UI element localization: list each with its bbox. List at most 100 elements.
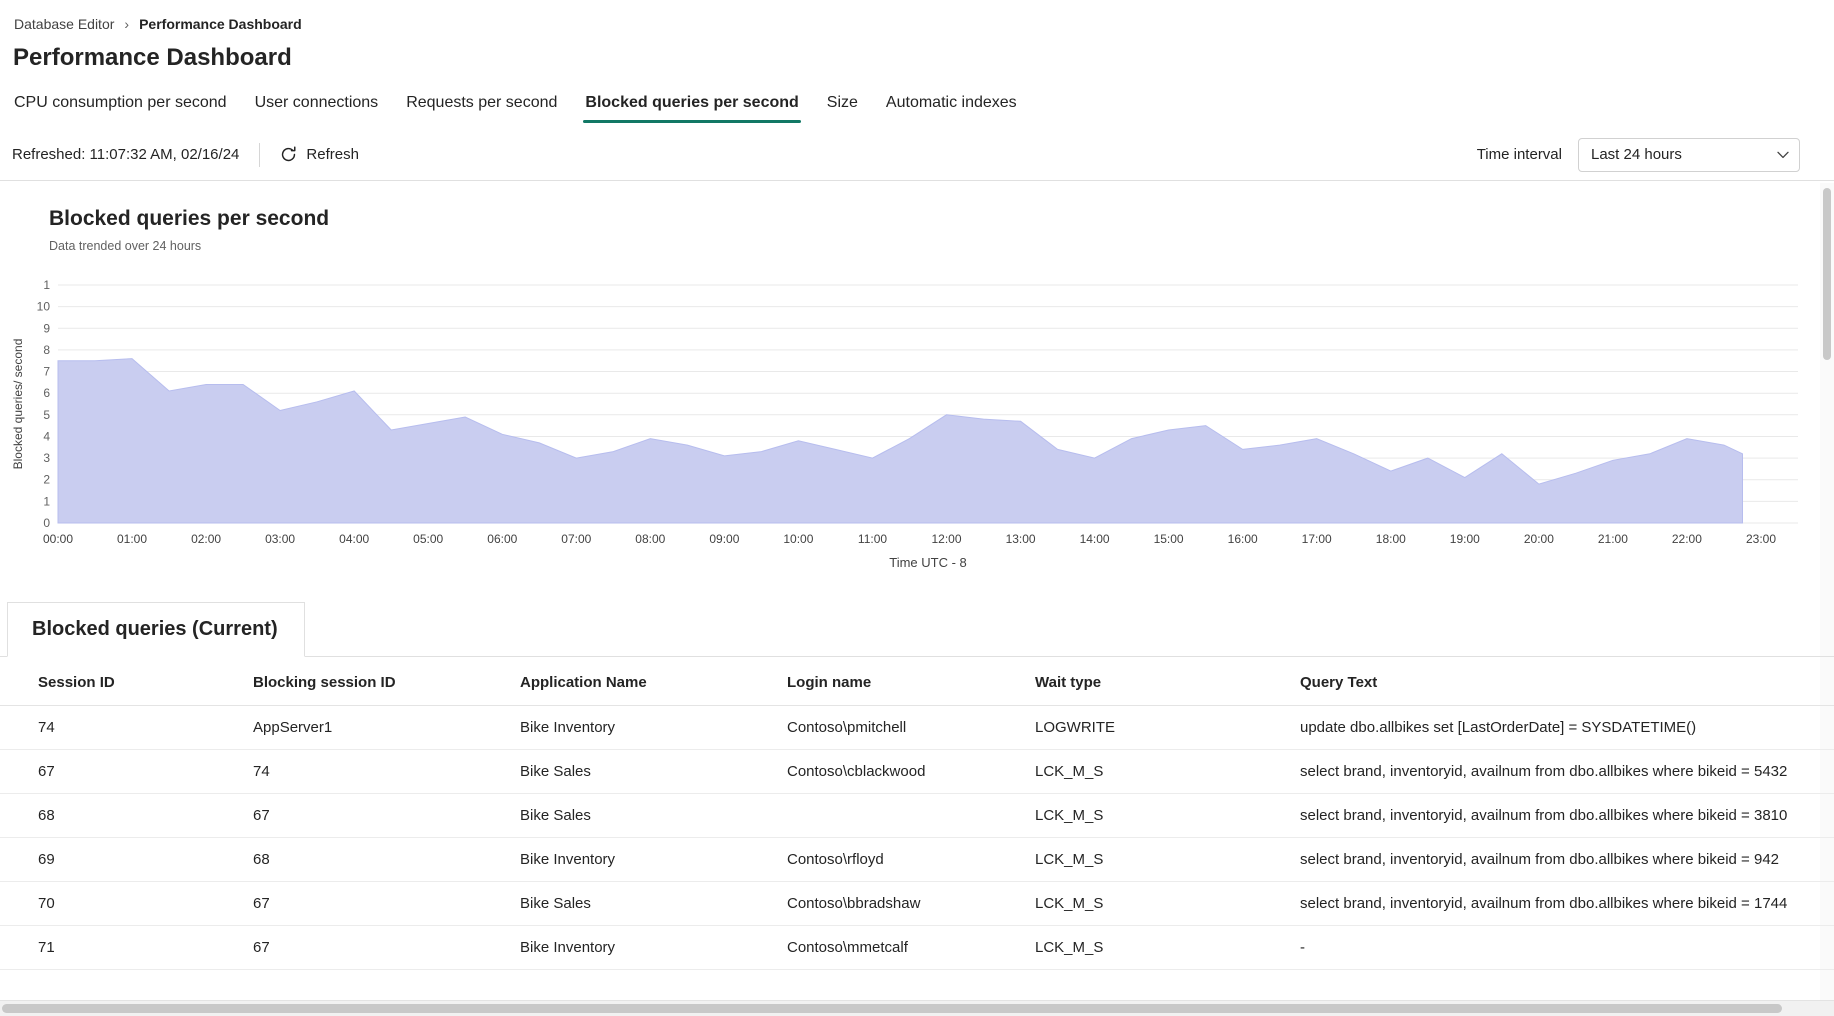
table-header-row: Session ID Blocking session ID Application… <box>0 657 1834 706</box>
tab-size[interactable]: Size <box>815 86 870 123</box>
toolbar-divider <box>259 142 261 167</box>
table-cell: LCK_M_S <box>1035 925 1300 970</box>
chevron-down-icon <box>1777 151 1789 159</box>
table-cell: LCK_M_S <box>1035 793 1300 838</box>
blocked-queries-table: Session ID Blocking session ID Application… <box>0 657 1834 970</box>
x-tick-label: 10:00 <box>783 532 813 546</box>
table-cell: Bike Inventory <box>520 705 787 750</box>
refreshed-timestamp: Refreshed: 11:07:32 AM, 02/16/24 <box>12 146 240 163</box>
toolbar: Refreshed: 11:07:32 AM, 02/16/24 Refresh… <box>0 129 1834 181</box>
chart-subtitle: Data trended over 24 hours <box>49 239 202 253</box>
table-cell: LCK_M_S <box>1035 749 1300 794</box>
chart-header: Blocked queries per second Data trended … <box>0 181 1834 253</box>
x-tick-label: 14:00 <box>1080 532 1110 546</box>
table-cell: Contoso\cblackwood <box>787 749 1035 794</box>
x-tick-label: 17:00 <box>1302 532 1332 546</box>
x-tick-label: 04:00 <box>339 532 369 546</box>
tab-bar: CPU consumption per second User connectio… <box>2 86 1834 123</box>
vertical-scrollbar-thumb[interactable] <box>1823 188 1831 360</box>
tab-requests-per-second[interactable]: Requests per second <box>394 86 569 123</box>
x-tick-label: 19:00 <box>1450 532 1480 546</box>
time-interval-label: Time interval <box>1476 146 1562 163</box>
breadcrumb-item-performance-dashboard[interactable]: Performance Dashboard <box>139 16 302 32</box>
x-tick-label: 09:00 <box>709 532 739 546</box>
table-body: 74 AppServer1 Bike Inventory Contoso\pmitch… <box>0 705 1834 970</box>
y-tick-label: 9 <box>43 321 50 335</box>
y-tick-label: 10 <box>37 300 51 314</box>
breadcrumb-item-database-editor[interactable]: Database Editor <box>14 16 114 32</box>
x-tick-label: 11:00 <box>858 532 887 546</box>
table-cell: select brand, inventoryid, availnum from… <box>1300 793 1834 838</box>
table-cell: Bike Inventory <box>520 837 787 882</box>
table-cell: 74 <box>253 749 520 794</box>
table-cell: 71 <box>0 925 253 970</box>
y-tick-label: 2 <box>43 473 50 487</box>
table-cell: 68 <box>253 837 520 882</box>
table-cell: - <box>1300 925 1834 970</box>
y-tick-label: 0 <box>43 516 50 530</box>
table-cell: 68 <box>0 793 253 838</box>
refresh-label: Refresh <box>306 146 359 163</box>
table-row[interactable]: 67 74 Bike Sales Contoso\cblackwood LCK_M_S s… <box>0 749 1834 794</box>
refresh-button[interactable]: Refresh <box>280 146 359 163</box>
table-row[interactable]: 70 67 Bike Sales Contoso\bbradshaw LCK_M_S se… <box>0 881 1834 926</box>
y-tick-label: 3 <box>43 451 50 465</box>
table-cell: 69 <box>0 837 253 882</box>
x-tick-label: 05:00 <box>413 532 443 546</box>
x-tick-label: 23:00 <box>1746 532 1776 546</box>
table-cell: select brand, inventoryid, availnum from… <box>1300 837 1834 882</box>
table-cell: 67 <box>253 881 520 926</box>
table-cell: 67 <box>253 793 520 838</box>
x-tick-label: 21:00 <box>1598 532 1628 546</box>
table-cell: Bike Inventory <box>520 925 787 970</box>
table-cell: Contoso\pmitchell <box>787 705 1035 750</box>
table-container: Session ID Blocking session ID Application… <box>0 656 1834 970</box>
x-tick-label: 16:00 <box>1228 532 1258 546</box>
column-header-wait-type: Wait type <box>1035 657 1300 706</box>
table-row[interactable]: 68 67 Bike Sales LCK_M_S select brand, inven… <box>0 793 1834 838</box>
tab-automatic-indexes[interactable]: Automatic indexes <box>874 86 1029 123</box>
column-header-login-name: Login name <box>787 657 1035 706</box>
y-axis-label: Blocked queries/ second <box>11 339 25 470</box>
tab-user-connections[interactable]: User connections <box>243 86 391 123</box>
table-cell: LOGWRITE <box>1035 705 1300 750</box>
table-row[interactable]: 74 AppServer1 Bike Inventory Contoso\pmitch… <box>0 705 1834 750</box>
table-cell: AppServer1 <box>253 705 520 750</box>
tab-cpu-consumption-per-second[interactable]: CPU consumption per second <box>2 86 239 123</box>
tab-blocked-queries-per-second[interactable]: Blocked queries per second <box>573 86 810 123</box>
table-cell: 67 <box>253 925 520 970</box>
y-tick-label: 6 <box>43 386 50 400</box>
column-header-session-id: Session ID <box>0 657 253 706</box>
table-cell <box>787 793 1035 838</box>
table-cell: Contoso\rfloyd <box>787 837 1035 882</box>
table-row[interactable]: 69 68 Bike Inventory Contoso\rfloyd LCK_M_S s… <box>0 837 1834 882</box>
page-title: Performance Dashboard <box>13 44 292 71</box>
y-tick-label: 1 <box>43 278 50 292</box>
horizontal-scrollbar[interactable] <box>0 1000 1834 1016</box>
table-cell: Bike Sales <box>520 793 787 838</box>
area-chart-canvas: 0 1 2 3 4 5 6 7 8 9 10 1 00:00 01:00 02:00 03:00 04:00 05… <box>11 278 1798 570</box>
chart-title: Blocked queries per second <box>49 207 330 230</box>
y-tick-label: 5 <box>43 408 50 422</box>
x-tick-label: 13:00 <box>1006 532 1036 546</box>
x-tick-label: 12:00 <box>931 532 961 546</box>
column-header-blocking-session-id: Blocking session ID <box>253 657 520 706</box>
table-row[interactable]: 71 67 Bike Inventory Contoso\mmetcalf LCK_M_… <box>0 925 1834 970</box>
time-interval-dropdown[interactable]: Last 24 hours <box>1578 137 1800 172</box>
blocked-queries-section: Blocked queries (Current) Session ID Bloc… <box>0 601 1834 970</box>
x-tick-label: 20:00 <box>1524 532 1554 546</box>
table-cell: 74 <box>0 705 253 750</box>
y-tick-label: 4 <box>43 430 50 444</box>
table-title: Blocked queries (Current) <box>7 602 305 657</box>
horizontal-scrollbar-thumb[interactable] <box>2 1004 1782 1013</box>
table-cell: LCK_M_S <box>1035 881 1300 926</box>
x-tick-label: 02:00 <box>191 532 221 546</box>
x-tick-label: 03:00 <box>265 532 295 546</box>
column-header-query-text: Query Text <box>1300 657 1834 706</box>
main-content: Blocked queries per second Data trended … <box>0 181 1834 999</box>
x-tick-label: 07:00 <box>561 532 591 546</box>
breadcrumb: Database Editor › Performance Dashboard <box>0 0 1834 32</box>
time-interval-value: Last 24 hours <box>1591 146 1682 163</box>
table-cell: 67 <box>0 749 253 794</box>
blocked-queries-area-series <box>57 358 1743 524</box>
